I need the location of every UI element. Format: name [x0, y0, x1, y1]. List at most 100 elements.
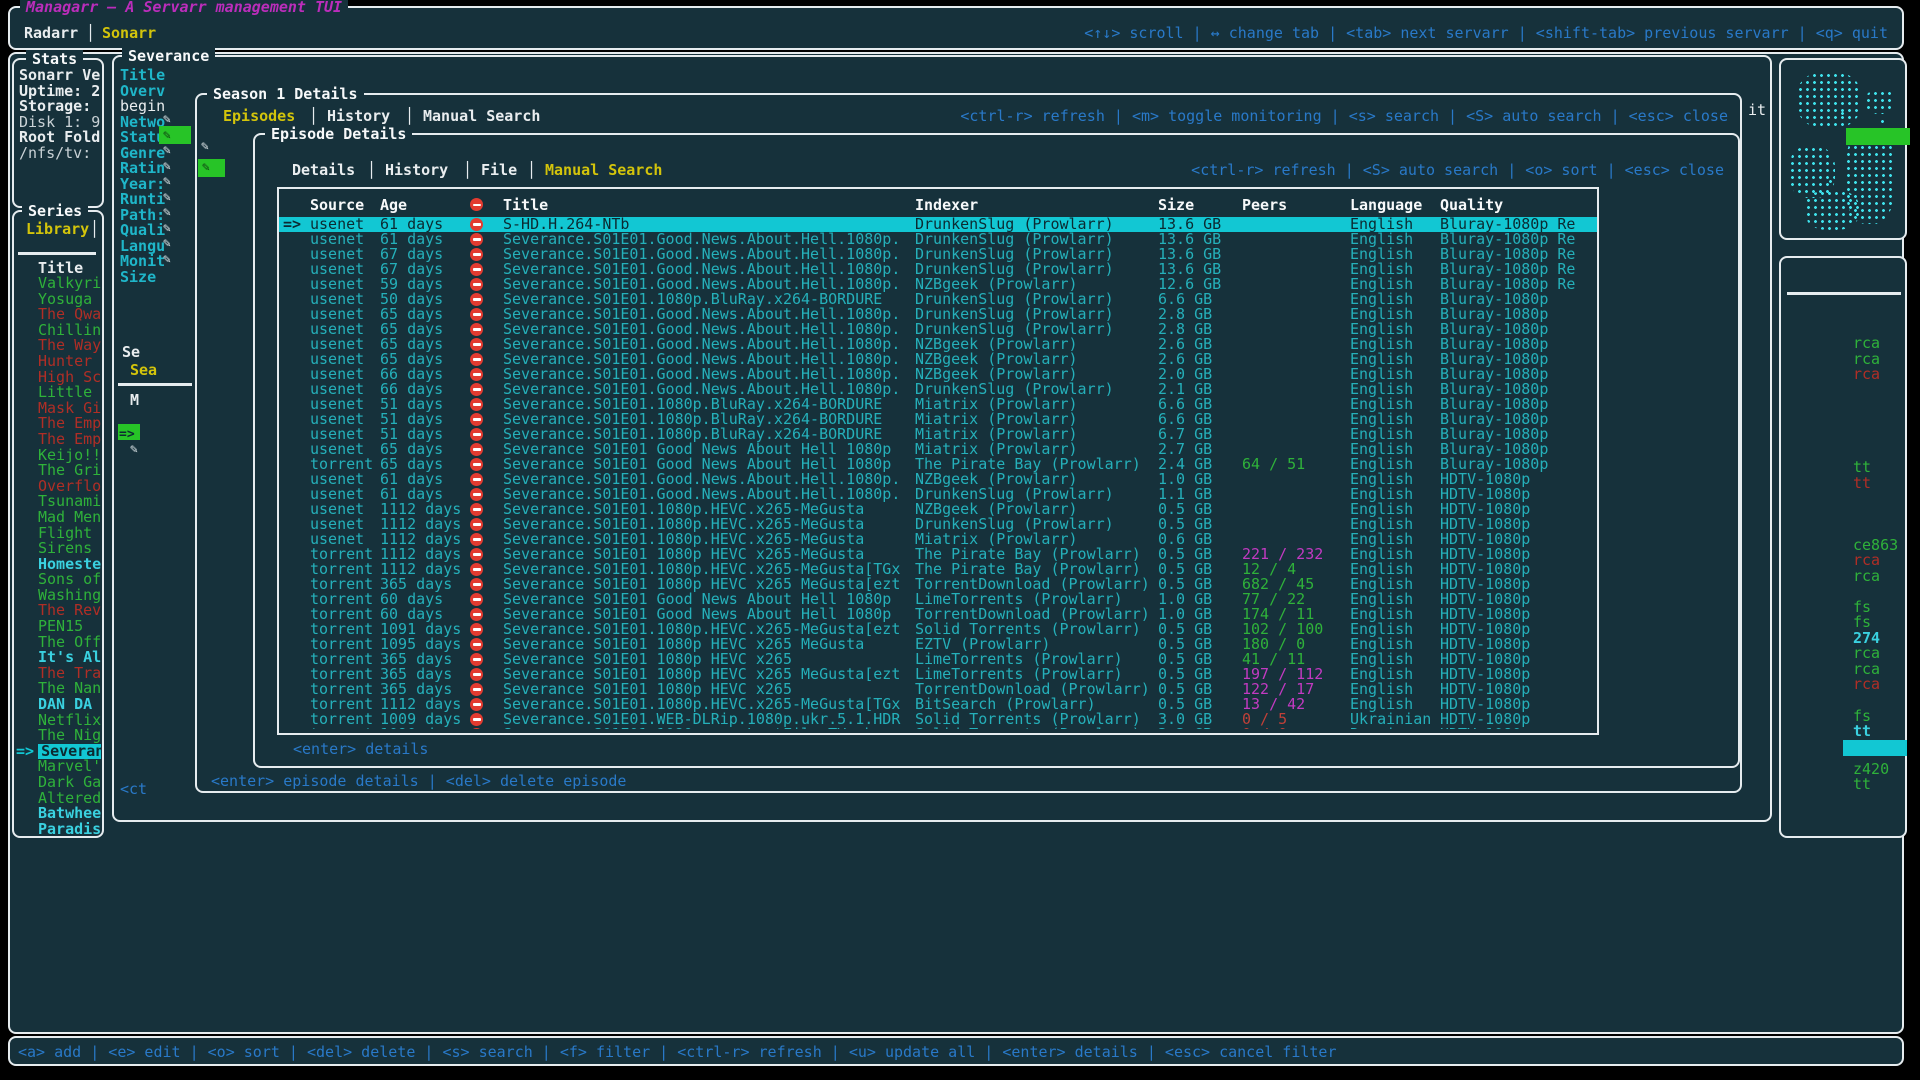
tab-manual-search[interactable]: Manual Search	[545, 161, 662, 179]
no-entry-icon	[470, 488, 483, 501]
series-item[interactable]: The Nan	[16, 681, 101, 697]
tab-file[interactable]: File	[481, 161, 517, 179]
cell-rejected	[470, 277, 503, 293]
series-item[interactable]: The Rev	[16, 603, 101, 619]
tab-manual-search[interactable]: Manual Search	[423, 107, 540, 125]
series-item[interactable]: High Sc	[16, 370, 101, 386]
series-item[interactable]: Sirens	[16, 541, 101, 557]
result-row[interactable]: usenet50 daysSeverance.S01E01.1080p.BluR…	[279, 292, 1597, 307]
result-row[interactable]: usenet65 daysSeverance.S01E01.Good.News.…	[279, 352, 1597, 367]
series-item[interactable]: =>Severan	[16, 744, 101, 760]
cell-language: Ukrainian	[1350, 712, 1440, 727]
cell-age: 1095 days	[380, 637, 470, 652]
series-item[interactable]: Keijo!!	[16, 448, 101, 464]
result-row[interactable]: usenet67 daysSeverance.S01E01.Good.News.…	[279, 247, 1597, 262]
cell-quality: Bluray-1080p Re	[1440, 262, 1586, 277]
series-item[interactable]: DAN DA	[16, 697, 101, 713]
result-row[interactable]: =>usenet61 daysS-HD.H.264-NTbDrunkenSlug…	[279, 217, 1597, 232]
result-row[interactable]: torrent1009 daysSeverance.S01E01.WEB-DLR…	[279, 712, 1597, 727]
series-item[interactable]: Chillin	[16, 323, 101, 339]
series-item[interactable]: Little	[16, 385, 101, 401]
tab-details[interactable]: Details	[292, 161, 355, 179]
no-entry-icon	[470, 263, 483, 276]
tab-radarr[interactable]: Radarr	[24, 24, 78, 42]
series-item[interactable]: Tsunami	[16, 494, 101, 510]
result-row[interactable]: usenet59 daysSeverance.S01E01.Good.News.…	[279, 277, 1597, 292]
series-item[interactable]: The Qwa	[16, 307, 101, 323]
result-row[interactable]: usenet65 daysSeverance.S01E01.Good.News.…	[279, 322, 1597, 337]
cell-language: English	[1350, 607, 1440, 622]
series-item[interactable]: The Nig	[16, 728, 101, 744]
result-row[interactable]: torrent1095 daysSeverance S01E01 1080p H…	[279, 637, 1597, 652]
result-row[interactable]: torrent365 daysSeverance S01E01 1080p HE…	[279, 682, 1597, 697]
cell-title: Severance.S01E01.1080p.HEVC.x265-MeGusta	[503, 532, 915, 547]
result-row[interactable]: torrent365 daysSeverance S01E01 1080p HE…	[279, 577, 1597, 592]
series-item[interactable]: The Emp	[16, 432, 101, 448]
series-item[interactable]: PEN15	[16, 619, 101, 635]
result-row[interactable]: torrent365 daysSeverance S01E01 1080p HE…	[279, 667, 1597, 682]
result-row[interactable]: usenet61 daysSeverance.S01E01.Good.News.…	[279, 487, 1597, 502]
cell-indexer: The Pirate Bay (Prowlarr)	[915, 457, 1158, 472]
series-item[interactable]: Dark Ga	[16, 775, 101, 791]
result-row[interactable]: usenet67 daysSeverance.S01E01.Good.News.…	[279, 262, 1597, 277]
cell-title: Severance.S01E01.Good.News.About.Hell.10…	[503, 232, 915, 247]
result-row[interactable]: usenet61 daysSeverance.S01E01.Good.News.…	[279, 232, 1597, 247]
tab-library[interactable]: Library	[26, 220, 89, 238]
cell-source: usenet	[310, 382, 380, 397]
series-item[interactable]: Washing	[16, 588, 101, 604]
result-row[interactable]: usenet66 daysSeverance.S01E01.Good.News.…	[279, 367, 1597, 382]
cell-language: English	[1350, 682, 1440, 697]
result-row[interactable]: torrent1090 daysSeverance.S01E01.1080p.r…	[279, 727, 1597, 729]
tab-history[interactable]: History	[385, 161, 448, 179]
series-item[interactable]: Altered	[16, 791, 101, 807]
series-item[interactable]: It's Al	[16, 650, 101, 666]
result-row[interactable]: torrent1112 daysSeverance.S01E01.1080p.H…	[279, 562, 1597, 577]
result-row[interactable]: torrent65 daysSeverance S01E01 Good News…	[279, 457, 1597, 472]
result-row[interactable]: usenet65 daysSeverance.S01E01.Good.News.…	[279, 337, 1597, 352]
series-item[interactable]: Batwhee	[16, 806, 101, 822]
cell-size: 3.0 GB	[1158, 712, 1242, 727]
result-row[interactable]: usenet65 daysSeverance.S01E01.Good.News.…	[279, 307, 1597, 322]
result-row[interactable]: torrent60 daysSeverance S01E01 Good News…	[279, 607, 1597, 622]
series-item[interactable]: The Tra	[16, 666, 101, 682]
result-row[interactable]: usenet51 daysSeverance.S01E01.1080p.BluR…	[279, 397, 1597, 412]
result-row[interactable]: torrent365 daysSeverance S01E01 1080p HE…	[279, 652, 1597, 667]
series-item[interactable]: Mad Men	[16, 510, 101, 526]
series-item[interactable]: The Way	[16, 338, 101, 354]
result-row[interactable]: usenet61 daysSeverance.S01E01.Good.News.…	[279, 472, 1597, 487]
selected-season-row-fragment[interactable]: =>	[118, 424, 140, 440]
series-item[interactable]: The Off	[16, 635, 101, 651]
series-title: Series	[22, 202, 88, 220]
result-row[interactable]: torrent1112 daysSeverance.S01E01.1080p.H…	[279, 697, 1597, 712]
result-row[interactable]: usenet1112 daysSeverance.S01E01.1080p.HE…	[279, 532, 1597, 547]
result-row[interactable]: usenet66 daysSeverance.S01E01.Good.News.…	[279, 382, 1597, 397]
cell-age: 51 days	[380, 412, 470, 427]
result-row[interactable]: torrent1091 daysSeverance.S01E01.1080p.H…	[279, 622, 1597, 637]
series-item[interactable]: Overflo	[16, 479, 101, 495]
tab-history[interactable]: History	[327, 107, 390, 125]
result-row[interactable]: usenet1112 daysSeverance.S01E01.1080p.HE…	[279, 517, 1597, 532]
tab-episodes[interactable]: Episodes	[223, 107, 295, 125]
series-item[interactable]: Valkyri	[16, 276, 101, 292]
result-row[interactable]: usenet65 daysSeverance S01E01 Good News …	[279, 442, 1597, 457]
seasons-col-header-fragment: M	[130, 391, 139, 409]
series-item[interactable]: Mask Gi	[16, 401, 101, 417]
series-item[interactable]: Hunter	[16, 354, 101, 370]
result-row[interactable]: usenet1112 daysSeverance.S01E01.1080p.HE…	[279, 502, 1597, 517]
series-item[interactable]: Sons of	[16, 572, 101, 588]
tab-sonarr[interactable]: Sonarr	[102, 24, 156, 42]
series-item[interactable]: The Emp	[16, 416, 101, 432]
selected-episode-green-row[interactable]: ✎	[198, 159, 225, 177]
series-item[interactable]: Yosuga	[16, 292, 101, 308]
series-item[interactable]: Marvel'	[16, 759, 101, 775]
series-item[interactable]: Homeste	[16, 557, 101, 573]
series-item[interactable]: Flight	[16, 526, 101, 542]
result-row[interactable]: torrent1112 daysSeverance S01E01 1080p H…	[279, 547, 1597, 562]
result-row[interactable]: usenet51 daysSeverance.S01E01.1080p.BluR…	[279, 412, 1597, 427]
result-row[interactable]: torrent60 daysSeverance S01E01 Good News…	[279, 592, 1597, 607]
result-row[interactable]: usenet51 daysSeverance.S01E01.1080p.BluR…	[279, 427, 1597, 442]
series-item[interactable]: The Gri	[16, 463, 101, 479]
series-item[interactable]: Paradis	[16, 822, 101, 838]
series-item[interactable]: Netflix	[16, 713, 101, 729]
cell-language: English	[1350, 232, 1440, 247]
